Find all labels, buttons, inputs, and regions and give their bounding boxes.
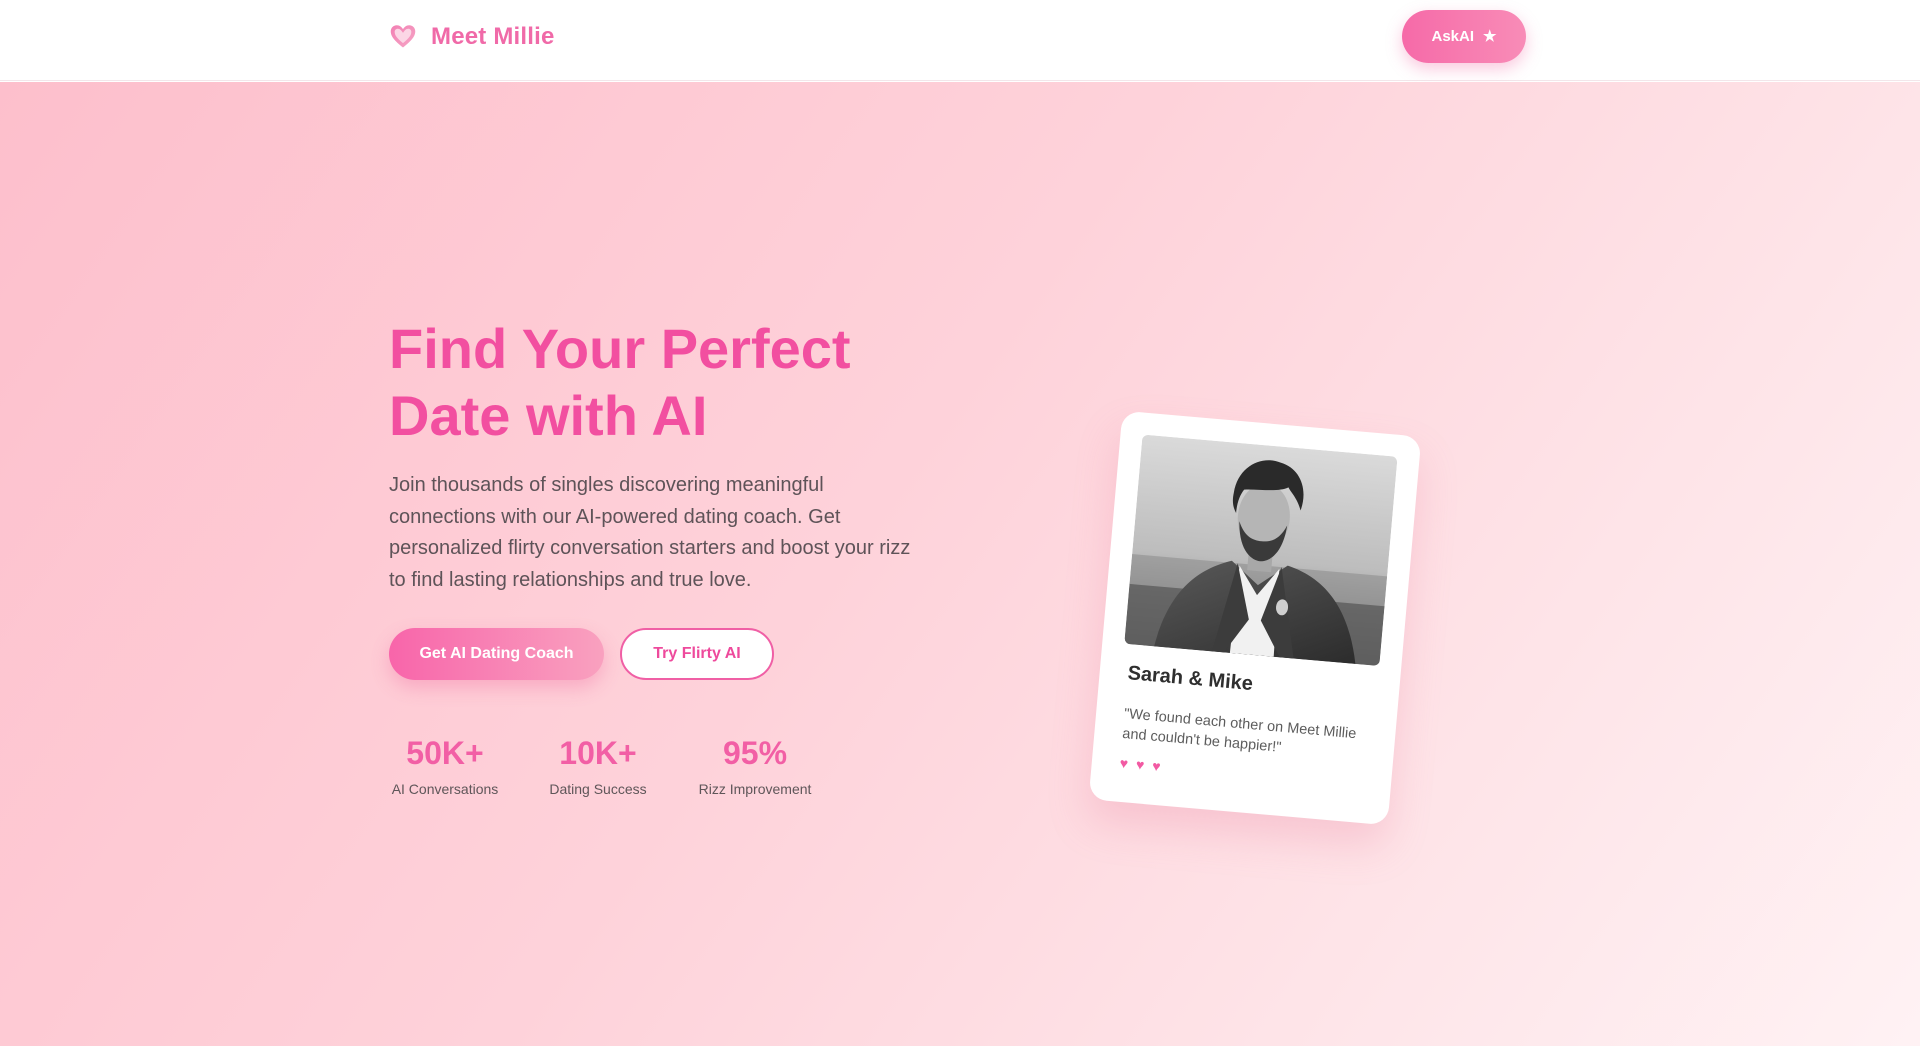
star-icon: ★ bbox=[1483, 28, 1497, 45]
stat-value: 50K+ bbox=[406, 735, 484, 771]
askai-button[interactable]: AskAI ★ bbox=[1402, 10, 1526, 63]
hero-title: Find Your Perfect Date with AI bbox=[389, 315, 949, 449]
heart-icon bbox=[390, 25, 416, 48]
testimonial-card: Sarah & Mike "We found each other on Mee… bbox=[1088, 410, 1422, 826]
stat-dating-success: 10K+ Dating Success bbox=[547, 733, 649, 797]
brand-name: Meet Millie bbox=[431, 23, 555, 50]
heart-icon: ♥ bbox=[1119, 754, 1129, 772]
heart-icon: ♥ bbox=[1135, 756, 1146, 773]
couple-photo bbox=[1124, 434, 1398, 667]
hero-description: Join thousands of singles discovering me… bbox=[389, 474, 911, 591]
stat-label: Dating Success bbox=[549, 781, 647, 797]
stat-value: 10K+ bbox=[559, 735, 637, 771]
hero-title-line-1: Find Your Perfect bbox=[389, 317, 851, 380]
heart-icon: ♥ bbox=[1151, 757, 1162, 775]
stat-value: 95% bbox=[722, 735, 788, 771]
get-ai-dating-coach-button[interactable]: Get AI Dating Coach bbox=[389, 628, 604, 680]
stat-rizz-improvement: 95% Rizz Improvement bbox=[696, 733, 814, 797]
stat-ai-conversations: 50K+ AI Conversations bbox=[389, 733, 501, 797]
stat-label: Rizz Improvement bbox=[698, 781, 812, 797]
stat-label: AI Conversations bbox=[391, 781, 499, 797]
hero-title-line-2: Date with AI bbox=[389, 384, 708, 447]
try-flirty-ai-button[interactable]: Try Flirty AI bbox=[620, 628, 774, 680]
testimonial-quote: "We found each other on Meet Millie and … bbox=[1121, 705, 1357, 756]
top-navbar: Meet Millie AskAI ★ bbox=[0, 0, 1920, 81]
brand-logo-link[interactable]: Meet Millie bbox=[389, 20, 555, 54]
askai-button-label: AskAI bbox=[1431, 28, 1475, 45]
rating-hearts: ♥ ♥ ♥ bbox=[1119, 754, 1162, 775]
testimonial-name: Sarah & Mike bbox=[1126, 662, 1254, 696]
hero-section: Find Your Perfect Date with AI Join thou… bbox=[0, 82, 1920, 1046]
